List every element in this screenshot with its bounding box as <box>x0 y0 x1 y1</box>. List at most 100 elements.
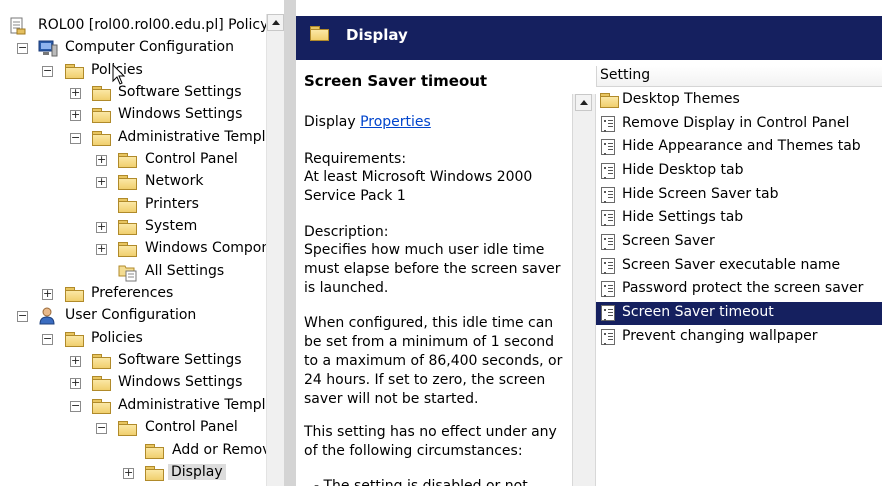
list-item[interactable]: Desktop Themes <box>596 89 882 112</box>
tree-scrollbar[interactable] <box>266 14 284 486</box>
computer-icon <box>38 40 58 57</box>
tree-item-label: Software Settings <box>118 352 242 368</box>
expand-toggle[interactable]: + <box>96 221 107 233</box>
folder-icon <box>92 376 111 391</box>
category-label: Display <box>304 114 356 130</box>
folder-icon <box>118 220 137 235</box>
tree-item-label: Windows Compon <box>145 240 266 256</box>
all-settings-icon <box>118 265 137 282</box>
policy-setting-icon <box>601 258 615 274</box>
expand-toggle[interactable]: + <box>42 288 53 300</box>
list-item[interactable]: Password protect the screen saver <box>596 278 882 301</box>
tree-item-label: Windows Settings <box>118 374 243 390</box>
description-label: Description: <box>304 224 389 240</box>
user-icon <box>39 307 55 325</box>
expand-toggle[interactable]: + <box>96 243 107 255</box>
tree-item-label: Printers <box>145 196 199 212</box>
policy-setting-icon <box>601 116 615 132</box>
tree-item-label: Preferences <box>91 285 174 301</box>
column-header-label: Setting <box>600 67 651 83</box>
header-title: Display <box>346 26 408 44</box>
policy-setting-icon <box>601 234 615 250</box>
folder-icon <box>92 131 111 146</box>
folder-icon <box>65 287 84 302</box>
list-item-label: Screen Saver executable name <box>622 257 841 273</box>
collapse-toggle[interactable]: − <box>96 422 107 434</box>
tree-item-label: System <box>145 218 198 234</box>
policy-doc-icon <box>10 17 26 35</box>
policy-setting-icon <box>601 329 615 345</box>
list-item[interactable]: Remove Display in Control Panel <box>596 113 882 136</box>
list-item-label: Hide Screen Saver tab <box>622 186 779 202</box>
tree-item-label: Add or Remov <box>172 442 266 458</box>
folder-icon <box>65 64 84 79</box>
policy-setting-icon <box>601 187 615 203</box>
collapse-toggle[interactable]: − <box>70 132 81 144</box>
list-item[interactable]: Hide Settings tab <box>596 207 882 230</box>
policy-setting-icon <box>601 163 615 179</box>
collapse-toggle[interactable]: − <box>42 333 53 345</box>
tree-item-label: Control Panel <box>145 419 238 435</box>
policy-setting-icon <box>601 305 615 321</box>
pane-splitter[interactable] <box>284 0 296 486</box>
expand-toggle[interactable]: + <box>70 87 81 99</box>
extended-description-pane: Screen Saver timeout Display Properties … <box>296 60 572 486</box>
collapse-toggle[interactable]: − <box>17 42 28 54</box>
policy-setting-icon <box>601 281 615 297</box>
tree-item-label: Policies <box>91 330 143 346</box>
policy-setting-icon <box>601 210 615 226</box>
expand-toggle[interactable]: + <box>96 176 107 188</box>
expand-toggle[interactable]: + <box>96 154 107 166</box>
folder-icon <box>118 153 137 168</box>
properties-link[interactable]: Properties <box>360 114 431 130</box>
list-item[interactable]: Screen Saver executable name <box>596 255 882 278</box>
collapse-toggle[interactable]: − <box>17 310 28 322</box>
list-item[interactable]: Prevent changing wallpaper <box>596 326 882 349</box>
scroll-up-button[interactable] <box>267 14 284 31</box>
column-header-setting[interactable]: Setting <box>596 66 882 87</box>
tree-item-label: Network <box>145 173 204 189</box>
tree-item-label: User Configuration <box>65 307 197 323</box>
folder-icon <box>92 354 111 369</box>
tree-item-label: Control Panel <box>145 151 238 167</box>
tree-item-label: ROL00 [rol00.rol00.edu.pl] Policy <box>38 17 266 33</box>
list-item-label: Password protect the screen saver <box>622 280 864 296</box>
folder-icon <box>145 444 164 459</box>
folder-icon <box>118 198 137 213</box>
list-item-label: Prevent changing wallpaper <box>622 328 818 344</box>
settings-list: Setting Desktop Themes Remove Display in… <box>572 60 882 486</box>
expand-toggle[interactable]: + <box>70 377 81 389</box>
collapse-toggle[interactable]: − <box>42 65 53 77</box>
list-item[interactable]: Screen Saver <box>596 231 882 254</box>
folder-icon <box>92 86 111 101</box>
collapse-toggle[interactable]: − <box>70 400 81 412</box>
details-header: Display <box>296 16 882 60</box>
tree-item-label: Windows Settings <box>118 106 243 122</box>
requirements-label: Requirements: <box>304 151 407 167</box>
list-item-selected[interactable]: Screen Saver timeout <box>596 302 882 325</box>
tree-item-label: Software Settings <box>118 84 242 100</box>
folder-icon <box>118 242 137 257</box>
edit-link-line: Display Properties <box>304 113 566 132</box>
expand-toggle[interactable]: + <box>70 109 81 121</box>
arrow-up-icon <box>272 20 280 25</box>
folder-icon <box>92 399 111 414</box>
folder-icon <box>600 93 619 108</box>
list-item-label: Hide Desktop tab <box>622 162 744 178</box>
folder-icon <box>145 466 164 481</box>
list-item-label: Screen Saver <box>622 233 715 249</box>
setting-title: Screen Saver timeout <box>304 72 488 90</box>
list-item-label: Remove Display in Control Panel <box>622 115 850 131</box>
tree-item-label: Display <box>168 464 226 480</box>
list-item[interactable]: Hide Screen Saver tab <box>596 184 882 207</box>
list-item[interactable]: Hide Desktop tab <box>596 160 882 183</box>
folder-icon <box>118 175 137 190</box>
tree-item-label: Administrative Templa <box>118 129 266 145</box>
folder-icon <box>92 108 111 123</box>
expand-toggle[interactable]: + <box>123 467 134 479</box>
list-item[interactable]: Hide Appearance and Themes tab <box>596 136 882 159</box>
folder-icon <box>118 421 137 436</box>
tree-item-label: Administrative Templa <box>118 397 266 413</box>
console-tree: ROL00 [rol00.rol00.edu.pl] Policy − Comp… <box>0 0 266 486</box>
expand-toggle[interactable]: + <box>70 355 81 367</box>
